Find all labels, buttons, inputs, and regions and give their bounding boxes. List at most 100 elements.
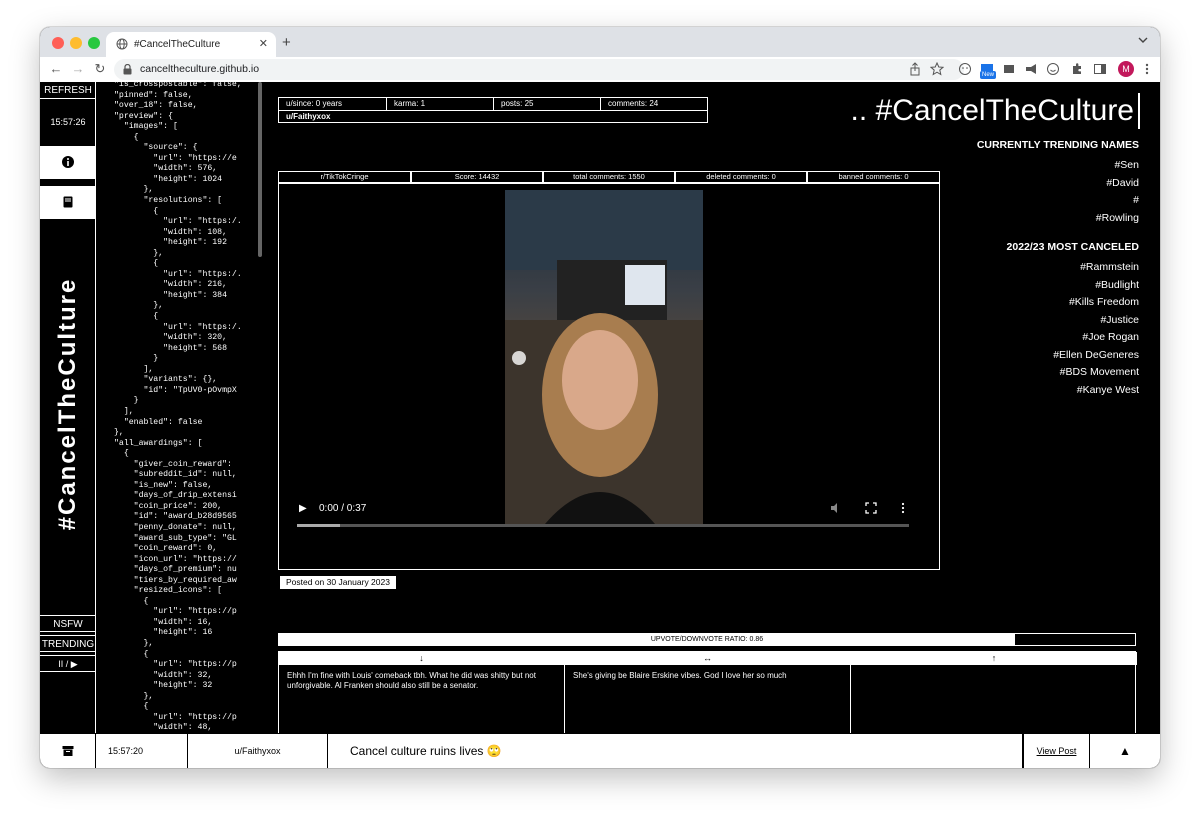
- back-icon[interactable]: ←: [48, 61, 64, 77]
- megaphone-icon[interactable]: [1024, 62, 1038, 76]
- reload-icon[interactable]: ↻: [92, 61, 108, 77]
- more-menu-icon[interactable]: [1140, 62, 1154, 76]
- bookmark-star-icon[interactable]: [930, 62, 944, 76]
- trending-tag[interactable]: #Rowling: [919, 210, 1139, 228]
- up-arrow-icon: ↑: [851, 652, 1137, 665]
- vote-ratio-bar: UPVOTE/DOWNVOTE RATIO: 0.86: [278, 633, 1136, 646]
- scroll-up-button[interactable]: ▲: [1090, 734, 1160, 768]
- footer-time: 15:57:20: [96, 734, 188, 768]
- video-more-icon[interactable]: [900, 502, 906, 514]
- address-bar[interactable]: canceltheculture.github.io: [114, 59, 964, 80]
- posted-date: Posted on 30 January 2023: [280, 576, 396, 589]
- canceled-tag[interactable]: #Ellen DeGeneres: [919, 347, 1139, 365]
- canceled-tag[interactable]: #Kanye West: [919, 382, 1139, 400]
- site-title: .. #CancelTheCulture: [820, 93, 1140, 129]
- post-stats: r/TikTokCringe Score: 14432 total commen…: [278, 171, 940, 183]
- tab-active[interactable]: #CancelTheCulture ✕: [106, 32, 276, 57]
- canceled-tag[interactable]: #BDS Movement: [919, 364, 1139, 382]
- new-tab-button[interactable]: +: [282, 34, 291, 51]
- trending-button[interactable]: TRENDING: [40, 635, 96, 652]
- trending-tag[interactable]: #: [919, 192, 1139, 210]
- minimize-window-button[interactable]: [70, 37, 82, 49]
- left-right-arrow-icon: ↔: [565, 652, 850, 665]
- view-post-link[interactable]: View Post: [1023, 734, 1090, 768]
- canceled-tag[interactable]: #Joe Rogan: [919, 329, 1139, 347]
- video-progress-bar[interactable]: [297, 524, 909, 527]
- footer-username[interactable]: u/Faithyxox: [188, 734, 328, 768]
- page-content: REFRESH 15:57:26 #CancelTheCulture NSFW …: [40, 82, 1160, 768]
- vertical-site-title: #CancelTheCulture: [54, 277, 81, 531]
- banned-comments-label: banned comments: 0: [808, 172, 939, 182]
- json-text: "is_crosspostable": false, "pinned": fal…: [114, 82, 242, 733]
- sidebar-icon[interactable]: [1093, 62, 1107, 76]
- sidebar-clock: 15:57:26: [50, 117, 86, 127]
- book-icon: [63, 196, 73, 208]
- volume-icon[interactable]: [830, 502, 842, 514]
- video-time: 0:00 / 0:37: [319, 503, 367, 514]
- most-canceled-heading: 2022/23 MOST CANCELED: [1006, 241, 1139, 253]
- score-label: Score: 14432: [412, 172, 542, 182]
- canceled-tag[interactable]: #Justice: [919, 312, 1139, 330]
- nsfw-toggle[interactable]: NSFW: [40, 615, 96, 632]
- canceled-tag[interactable]: #Kills Freedom: [919, 294, 1139, 312]
- total-comments-label: total comments: 1550: [544, 172, 674, 182]
- chevron-down-icon[interactable]: [1138, 35, 1148, 45]
- url-text: canceltheculture.github.io: [140, 63, 260, 75]
- vote-ratio-label: UPVOTE/DOWNVOTE RATIO: 0.86: [650, 636, 764, 643]
- video-controls: ▶ 0:00 / 0:37: [297, 501, 917, 531]
- trending-panel: CURRENTLY TRENDING NAMES #Sen #David # #…: [919, 139, 1139, 399]
- left-sidebar: REFRESH 15:57:26 #CancelTheCulture NSFW …: [40, 82, 96, 733]
- video-frame: [505, 190, 703, 524]
- profile-avatar[interactable]: M: [1118, 61, 1134, 77]
- play-icon[interactable]: ▶: [299, 503, 307, 514]
- footer-post-title: Cancel culture ruins lives 🙄: [328, 734, 1023, 768]
- forward-icon[interactable]: →: [70, 61, 86, 77]
- extension-face-icon[interactable]: [958, 62, 972, 76]
- browser-window: #CancelTheCulture ✕ + ← → ↻ cancelthecul…: [40, 27, 1160, 768]
- canceled-tag[interactable]: #Rammstein: [919, 259, 1139, 277]
- extension-stack-icon[interactable]: [1002, 62, 1016, 76]
- video-frame-image: [505, 190, 703, 524]
- json-panel[interactable]: "is_crosspostable": false, "pinned": fal…: [97, 82, 257, 733]
- fullscreen-icon[interactable]: [865, 502, 877, 514]
- trending-tag[interactable]: #Sen: [919, 157, 1139, 175]
- maximize-window-button[interactable]: [88, 37, 100, 49]
- subreddit-label[interactable]: r/TikTokCringe: [279, 172, 410, 182]
- video-progress-fill: [297, 524, 340, 527]
- close-window-button[interactable]: [52, 37, 64, 49]
- book-button[interactable]: [40, 186, 96, 219]
- trending-heading: CURRENTLY TRENDING NAMES: [976, 139, 1139, 151]
- trending-tag[interactable]: #David: [919, 175, 1139, 193]
- comment-text: She's giving be Blaire Erskine vibes. Go…: [573, 671, 787, 680]
- down-arrow-icon: ↓: [279, 652, 564, 665]
- info-button[interactable]: [40, 146, 96, 179]
- new-badge: New: [980, 71, 997, 79]
- refresh-button[interactable]: REFRESH: [40, 82, 96, 99]
- close-tab-icon[interactable]: ✕: [259, 37, 268, 50]
- archive-button[interactable]: [40, 734, 96, 768]
- puzzle-icon[interactable]: [1070, 62, 1084, 76]
- bottom-bar: 15:57:20 u/Faithyxox Cancel culture ruin…: [40, 733, 1160, 768]
- tab-title: #CancelTheCulture: [134, 39, 221, 50]
- deleted-comments-label: deleted comments: 0: [676, 172, 806, 182]
- user-stats: u/since: 0 years karma: 1 posts: 25 comm…: [278, 97, 708, 123]
- user-posts: posts: 25: [494, 98, 600, 110]
- user-since: u/since: 0 years: [279, 98, 386, 110]
- comment-text: Ehhh I'm fine with Louis' comeback tbh. …: [287, 671, 536, 690]
- user-karma: karma: 1: [387, 98, 493, 110]
- info-icon: [62, 156, 74, 168]
- share-icon[interactable]: [908, 62, 922, 76]
- archive-icon: [62, 746, 74, 756]
- canceled-tag[interactable]: #Budlight: [919, 277, 1139, 295]
- username[interactable]: u/Faithyxox: [279, 111, 707, 122]
- comment-text: [851, 665, 1137, 677]
- play-pause-button[interactable]: II / ▶: [40, 655, 96, 672]
- extension-smile-icon[interactable]: [1046, 62, 1060, 76]
- user-comments: comments: 24: [601, 98, 707, 110]
- globe-icon: [116, 38, 128, 50]
- video-player[interactable]: ▶ 0:00 / 0:37: [278, 183, 940, 570]
- lock-icon: [123, 64, 132, 75]
- json-scrollbar[interactable]: [258, 82, 262, 257]
- tab-strip: #CancelTheCulture ✕ +: [40, 27, 1160, 57]
- browser-toolbar: ← → ↻ canceltheculture.github.io New M: [40, 57, 1160, 82]
